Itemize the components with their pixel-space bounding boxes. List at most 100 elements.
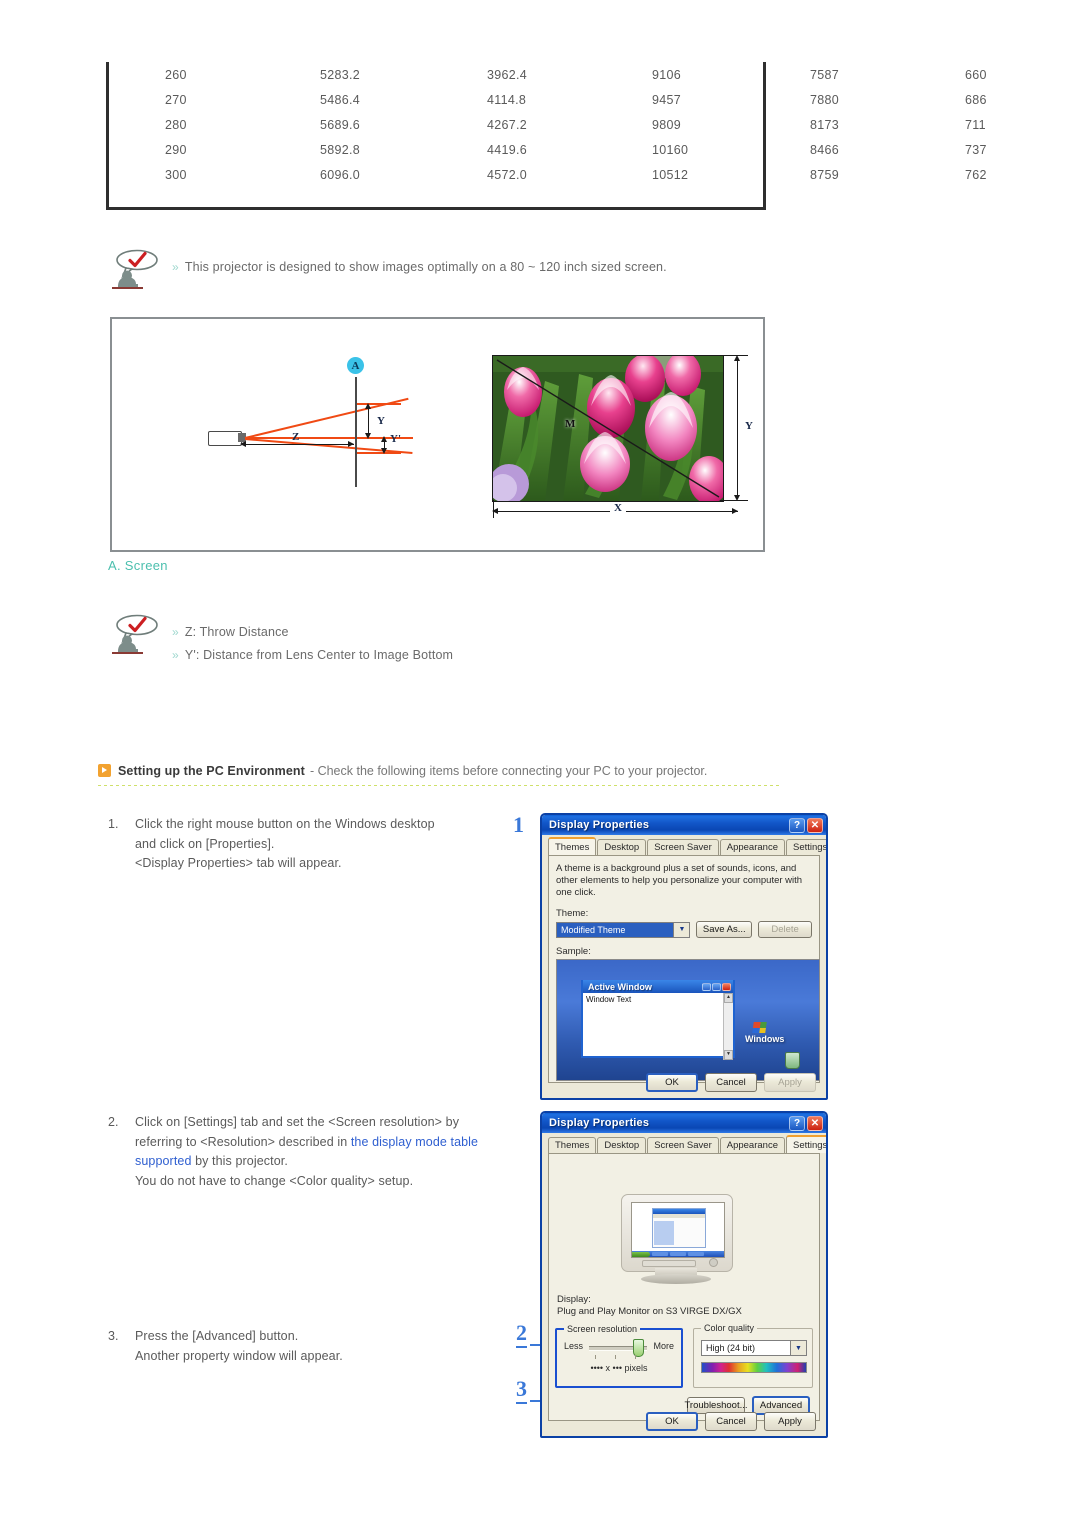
table-cell: 4267.2 [487, 117, 528, 132]
sample-scrollbar: ▲ ▼ [723, 993, 733, 1060]
theme-select[interactable]: Modified Theme ▼ [556, 921, 691, 938]
projected-image-photo: M [492, 355, 724, 502]
display-properties-dialog-themes[interactable]: Display Properties ? ✕ Themes Desktop Sc… [540, 813, 828, 1100]
tab-appearance[interactable]: Appearance [719, 1137, 785, 1153]
table-cell: 10512 [652, 167, 689, 182]
table-cell: 280 [165, 117, 187, 132]
display-mode-table-link-cont[interactable]: supported [135, 1154, 192, 1168]
step-text: Press the [Advanced] button. Another pro… [135, 1327, 343, 1366]
windows-logo-text: Windows [745, 1034, 785, 1044]
tab-settings[interactable]: Settings [785, 839, 826, 855]
apply-button[interactable]: Apply [764, 1412, 816, 1431]
section-description: - Check the following items before conne… [309, 764, 708, 778]
dialog1-titlebar[interactable]: Display Properties ? ✕ [542, 815, 826, 835]
monitor-preview-icon [615, 1194, 737, 1286]
tab-themes[interactable]: Themes [548, 1137, 597, 1153]
distance-table: 260 5283.2 3962.4 9106 7587 660 270 5486.4 4114.… [109, 62, 1075, 187]
theme-sample-preview: Active Window Window Text ▲ ▼ Windows [556, 959, 820, 1081]
table-cell: 686 [965, 92, 987, 107]
note-definitions-body: » Z: Throw Distance » Y': Distance from Le… [166, 613, 453, 667]
sample-label: Sample: [556, 946, 591, 957]
tab-desktop[interactable]: Desktop [597, 839, 647, 855]
slider-tick [615, 1355, 616, 1359]
table-cell: 6096.0 [320, 167, 361, 182]
delete-button: Delete [758, 921, 812, 938]
tab-themes[interactable]: Themes [548, 837, 597, 855]
display-mode-table-link[interactable]: the display mode table [351, 1135, 478, 1149]
note-text: Z: Throw Distance [184, 625, 289, 639]
taskbar-item [652, 1252, 668, 1256]
close-icon[interactable]: ✕ [807, 1115, 823, 1131]
tab-settings[interactable]: Settings [785, 1135, 826, 1153]
chevron-down-icon[interactable]: ▼ [673, 922, 690, 937]
tab-appearance[interactable]: Appearance [719, 839, 785, 855]
ok-button[interactable]: OK [646, 1073, 698, 1092]
help-icon[interactable]: ? [789, 817, 805, 833]
step-line: <Display Properties> tab will appear. [135, 856, 342, 870]
color-quality-value: High (24 bit) [706, 1343, 756, 1353]
monitor-stand [641, 1274, 711, 1284]
y-prime-label: Y' [390, 433, 401, 445]
screen-marker-a: A [347, 357, 364, 374]
tab-screen-saver[interactable]: Screen Saver [647, 1137, 719, 1153]
cancel-button[interactable]: Cancel [705, 1073, 757, 1092]
display-properties-dialog-settings[interactable]: Display Properties ? ✕ Themes Desktop Sc… [540, 1111, 828, 1438]
y-prime-arrow-down-icon [380, 448, 387, 454]
close-icon[interactable]: ✕ [807, 817, 823, 833]
dialog2-tabstrip[interactable]: Themes Desktop Screen Saver Appearance S… [542, 1133, 826, 1153]
table-row: 280 5689.6 4267.2 9809 8173 711 [109, 112, 1075, 137]
recycle-bin-icon [785, 1052, 800, 1069]
slider-less-label: Less [564, 1341, 584, 1351]
z-arrow-right-icon [348, 440, 354, 447]
color-quality-select[interactable]: High (24 bit) ▼ [701, 1340, 807, 1356]
help-icon[interactable]: ? [789, 1115, 805, 1131]
minimize-icon [702, 982, 711, 991]
tab-screen-saver[interactable]: Screen Saver [647, 839, 719, 855]
table-cell: 762 [965, 167, 987, 182]
tab-desktop[interactable]: Desktop [597, 1137, 647, 1153]
step-line: and click on [Properties]. [135, 836, 275, 851]
dialog1-tabstrip[interactable]: Themes Desktop Screen Saver Appearance S… [542, 835, 826, 855]
table-cell: 737 [965, 142, 987, 157]
note-person-checkmark-icon [110, 248, 166, 290]
table-cell: 8759 [810, 167, 840, 182]
ok-button[interactable]: OK [646, 1412, 698, 1431]
color-quality-legend: Color quality [701, 1323, 758, 1333]
color-quality-group: Color quality High (24 bit) ▼ [693, 1323, 813, 1388]
table-cell: 4572.0 [487, 167, 528, 182]
taskbar-item [670, 1252, 686, 1256]
save-as-button[interactable]: Save As... [696, 921, 753, 938]
callout-1: 1 [513, 812, 524, 837]
close-icon [722, 982, 731, 991]
monitor-sample-sidebar [654, 1221, 674, 1245]
table-cell: 660 [965, 67, 987, 82]
sample-window-title: Active Window [588, 981, 652, 992]
table-cell: 9106 [652, 67, 682, 82]
section-title: Setting up the PC Environment [118, 764, 305, 778]
monitor-case [621, 1194, 733, 1272]
table-cell: 8466 [810, 142, 840, 157]
dialog2-titlebar[interactable]: Display Properties ? ✕ [542, 1113, 826, 1133]
monitor-sample-toolbar [653, 1214, 705, 1218]
note-text: This projector is designed to show image… [184, 260, 667, 274]
bullet-arrow-icon: » [172, 260, 179, 274]
table-cell: 260 [165, 67, 187, 82]
cancel-button[interactable]: Cancel [705, 1412, 757, 1431]
photo-diagonal-label-m: M [565, 418, 576, 430]
apply-button: Apply [764, 1073, 816, 1092]
step-1: 1. Click the right mouse button on the W… [108, 815, 528, 874]
sample-window-text: Window Text [586, 995, 632, 1004]
note-line: » This projector is designed to show imag… [172, 256, 667, 279]
step-line: supported by this projector. [135, 1152, 478, 1172]
photo-y-tick-top [720, 355, 748, 357]
step-number: 3. [108, 1329, 119, 1343]
chevron-down-icon[interactable]: ▼ [790, 1341, 806, 1355]
callout-3: 3 [516, 1376, 527, 1404]
taskbar-item [688, 1252, 704, 1256]
resolution-pixels-text: •••• x ••• pixels [590, 1363, 648, 1373]
dialog1-tabpage: A theme is a background plus a set of so… [548, 855, 820, 1083]
note-definitions: » Z: Throw Distance » Y': Distance from Le… [110, 613, 453, 667]
note-line: » Y': Distance from Lens Center to Image … [172, 644, 453, 667]
screen-resolution-legend: Screen resolution [564, 1324, 641, 1334]
z-label: Z [292, 431, 300, 443]
